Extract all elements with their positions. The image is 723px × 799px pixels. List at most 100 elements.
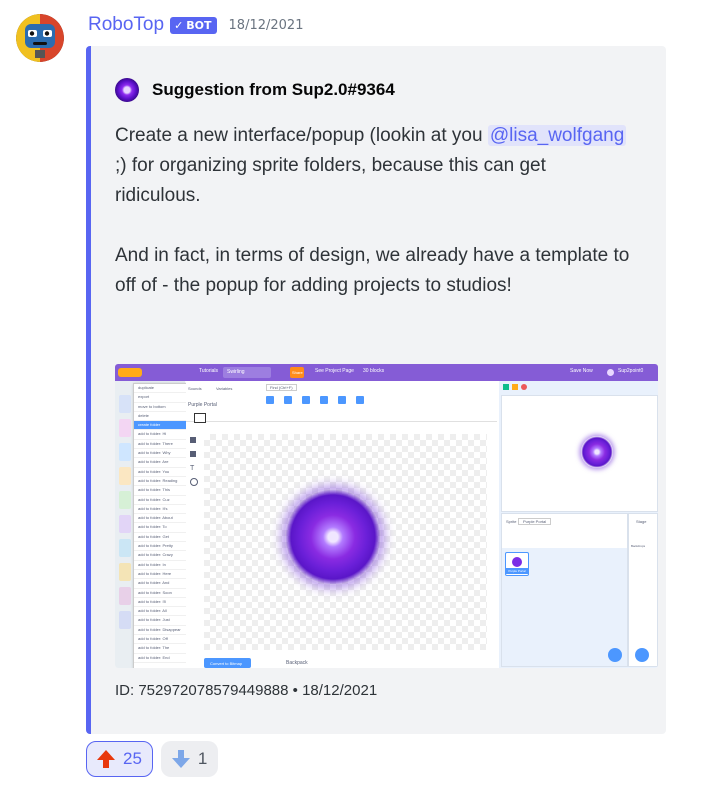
save-now-label: Save Now bbox=[570, 368, 593, 374]
upvote-reaction[interactable]: 25 bbox=[86, 741, 153, 777]
context-menu-item: add to folder: Get bbox=[134, 533, 187, 543]
green-flag-icon bbox=[503, 384, 509, 390]
context-menu-item: add to folder: Why bbox=[134, 449, 187, 459]
embed-author: Suggestion from Sup2.0#9364 bbox=[115, 78, 395, 102]
text-tool-icon: T bbox=[190, 465, 195, 472]
costume-thumb bbox=[119, 467, 131, 485]
sprite-label: Sprite bbox=[506, 519, 517, 524]
context-menu-item: move to bottom bbox=[134, 403, 187, 412]
context-menu-item: add to folder: Off bbox=[134, 635, 187, 645]
paint-toolbar: Sounds Variables Find (Ctrl+F) Purple Po… bbox=[186, 381, 497, 423]
downvote-count: 1 bbox=[197, 749, 208, 768]
context-menu-item-selected: create folder bbox=[134, 421, 187, 431]
tool-icon bbox=[266, 396, 274, 404]
upvote-count: 25 bbox=[123, 749, 142, 768]
stage-area: Sprite Purple Portal Purple Portal Stage… bbox=[499, 381, 658, 668]
circle-tool-icon bbox=[190, 478, 198, 486]
context-menu-item: delete bbox=[134, 412, 187, 422]
menu-bar: Tutorials Swirling Share See Project Pag… bbox=[115, 364, 658, 381]
context-menu-item: add to folder: Disappear bbox=[134, 626, 187, 636]
project-title-field: Swirling bbox=[223, 367, 271, 378]
up-arrow-icon bbox=[97, 750, 115, 768]
context-menu-item: add to folder: This bbox=[134, 486, 187, 496]
costume-thumb bbox=[119, 539, 131, 557]
fill-swatch bbox=[194, 413, 206, 423]
search-field: Find (Ctrl+F) bbox=[266, 384, 297, 391]
paint-canvas bbox=[204, 434, 487, 650]
context-menu-item: add to folder: Cuz bbox=[134, 496, 187, 505]
context-menu-item: add to folder: Crazy bbox=[134, 551, 187, 561]
tutorials-label: Tutorials bbox=[199, 368, 218, 374]
context-menu-item: add to folder: Soon bbox=[134, 589, 187, 598]
bot-avatar[interactable] bbox=[16, 14, 64, 62]
sprite-tile: Purple Portal bbox=[505, 552, 529, 576]
fill-icon bbox=[190, 451, 196, 457]
costume-list: duplicate export move to bottom delete c… bbox=[115, 381, 188, 668]
purple-portal-sprite bbox=[285, 489, 381, 585]
backpack-label: Backpack bbox=[286, 660, 308, 666]
context-menu-item: add to folder: End bbox=[134, 654, 187, 663]
author-name[interactable]: RoboTop bbox=[88, 14, 164, 36]
convert-label: Convert to Bitmap bbox=[210, 661, 243, 666]
embed-author-name: Suggestion from Sup2.0#9364 bbox=[152, 80, 395, 99]
costume-thumb bbox=[119, 563, 131, 581]
tool-icon bbox=[302, 396, 310, 404]
description-paragraph-1: Create a new interface/popup (lookin at … bbox=[115, 121, 635, 211]
convert-to-bitmap-button: Convert to Bitmap bbox=[204, 658, 251, 668]
sprite-thumb bbox=[512, 557, 522, 567]
user-mention[interactable]: @lisa_wolfgang bbox=[487, 125, 627, 146]
suggestion-embed: Suggestion from Sup2.0#9364 Create a new… bbox=[86, 46, 666, 734]
context-menu-item: add to folder: Pretty bbox=[134, 542, 187, 552]
description-paragraph-2: And in fact, in terms of design, we alre… bbox=[115, 245, 630, 296]
costume-thumb bbox=[119, 491, 131, 509]
costume-thumb bbox=[119, 443, 131, 461]
costume-thumb bbox=[119, 395, 131, 413]
costume-name: Purple Portal bbox=[188, 402, 217, 408]
add-sprite-icon bbox=[608, 648, 622, 662]
tool-icon bbox=[320, 396, 328, 404]
bot-badge-label: BOT bbox=[186, 18, 212, 32]
message-header: RoboTop ✓ BOT 18/12/2021 bbox=[88, 12, 303, 38]
sprite-pane: Sprite Purple Portal Purple Portal bbox=[501, 513, 628, 667]
account-avatar bbox=[607, 369, 614, 376]
costume-thumb bbox=[119, 515, 131, 533]
costume-thumb bbox=[119, 611, 131, 629]
brush-icon bbox=[190, 437, 196, 443]
stage-selector: Stage Backdrops bbox=[628, 513, 658, 667]
costume-thumb bbox=[119, 419, 131, 437]
tool-icon bbox=[338, 396, 346, 404]
sprite-list: Purple Portal bbox=[502, 548, 627, 666]
scratch-logo bbox=[118, 368, 142, 377]
project-title: Swirling bbox=[227, 369, 245, 375]
context-menu-item: add to folder: About bbox=[134, 514, 187, 524]
scratch-editor-screenshot: Tutorials Swirling Share See Project Pag… bbox=[115, 364, 658, 668]
context-menu-item: add to folder: Are bbox=[134, 458, 187, 468]
username-label: Sup2point0 bbox=[618, 368, 644, 374]
embed-image[interactable]: Tutorials Swirling Share See Project Pag… bbox=[115, 364, 658, 668]
share-button: Share bbox=[290, 367, 304, 378]
add-backdrop-icon bbox=[635, 648, 649, 662]
message-timestamp: 18/12/2021 bbox=[228, 17, 304, 33]
sounds-tab: Sounds bbox=[188, 386, 202, 391]
downvote-reaction[interactable]: 1 bbox=[160, 741, 219, 777]
sprite-tile-label: Purple Portal bbox=[506, 568, 528, 574]
context-menu-item: add to folder: It's bbox=[134, 505, 187, 515]
backdrops-label: Backdrops bbox=[631, 544, 646, 548]
context-menu-item: export bbox=[134, 393, 187, 403]
context-menu-item: add to folder: In bbox=[134, 561, 187, 570]
context-menu-item: add to folder: You bbox=[134, 468, 187, 477]
context-menu-item: add to folder: The bbox=[134, 644, 187, 654]
context-menu-item: add to folder: I'll bbox=[134, 598, 187, 608]
description-text: ;) for organizing sprite folders, becaus… bbox=[115, 155, 546, 206]
tool-icon bbox=[284, 396, 292, 404]
context-menu-item: add to folder: Just bbox=[134, 616, 187, 626]
saved-label: 30 blocks bbox=[363, 368, 385, 374]
embed-description: Create a new interface/popup (lookin at … bbox=[115, 121, 635, 301]
bot-badge: ✓ BOT bbox=[170, 16, 217, 34]
paint-tools: T bbox=[190, 437, 200, 486]
pause-icon bbox=[512, 384, 518, 390]
stage-sprite bbox=[581, 436, 613, 468]
stage-view bbox=[501, 395, 658, 512]
context-menu-item: add to folder: Hi bbox=[134, 430, 187, 440]
embed-footer: ID: 752972078579449888 • 18/12/2021 bbox=[115, 682, 378, 699]
